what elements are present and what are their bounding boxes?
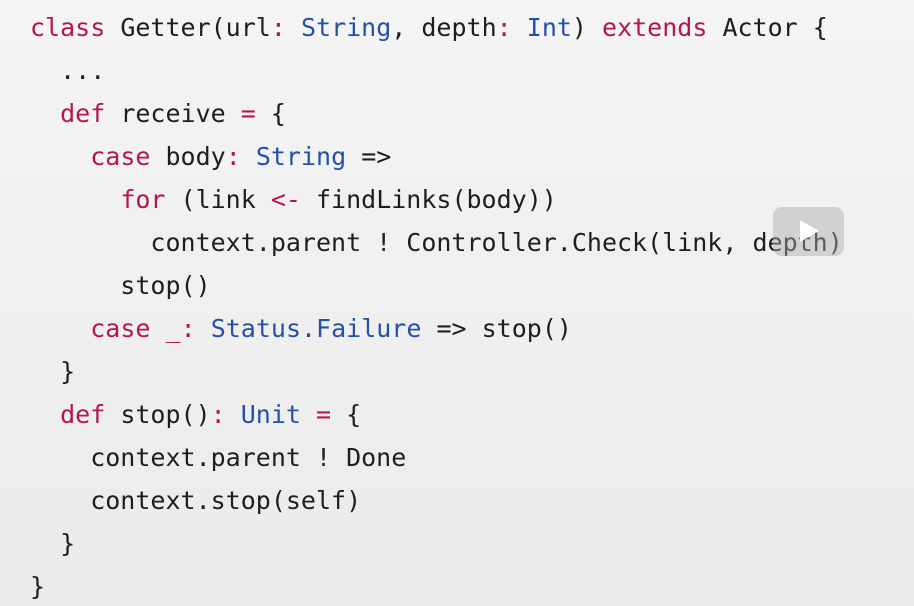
play-icon: [800, 220, 819, 242]
code-text: body: [150, 142, 226, 171]
code-line: ...: [30, 49, 843, 92]
code-line: def receive = {: [30, 92, 843, 135]
code-text: receive: [105, 99, 241, 128]
code-text: => stop(): [421, 314, 572, 343]
code-keyword: class: [30, 13, 106, 42]
code-keyword: case: [90, 314, 151, 343]
code-text: Getter(url: [105, 13, 271, 42]
code-keyword: :: [496, 13, 512, 42]
code-keyword: :: [180, 314, 196, 343]
code-text: }: [30, 357, 76, 386]
code-keyword: =: [240, 99, 256, 128]
code-keyword: case: [90, 142, 151, 171]
code-text: {: [255, 99, 286, 128]
code-text: context.stop(self): [30, 486, 362, 515]
code-line: case body: String =>: [30, 135, 843, 178]
code-line: context.stop(self): [30, 479, 843, 522]
code-line: stop(): [30, 264, 843, 307]
code-block: class Getter(url: String, depth: Int) ex…: [30, 6, 843, 606]
code-keyword: :: [225, 142, 241, 171]
code-keyword: =: [316, 400, 332, 429]
code-line: }: [30, 350, 843, 393]
code-text: , depth: [391, 13, 497, 42]
code-line: for (link <- findLinks(body)): [30, 178, 843, 221]
code-line: case _: Status.Failure => stop(): [30, 307, 843, 350]
code-text: context.parent ! Done: [30, 443, 407, 472]
code-text: ): [571, 13, 603, 42]
code-text: stop(): [105, 400, 211, 429]
code-keyword: _: [165, 314, 181, 343]
code-text: =>: [346, 142, 392, 171]
code-slide: class Getter(url: String, depth: Int) ex…: [0, 0, 914, 606]
code-line: context.parent ! Controller.Check(link, …: [30, 221, 843, 264]
code-type: String: [300, 13, 392, 42]
code-text: ...: [30, 56, 106, 85]
code-type: Status.Failure: [210, 314, 422, 343]
play-button[interactable]: [773, 207, 844, 256]
code-text: context.parent ! Controller.Check(link, …: [30, 228, 843, 257]
code-text: findLinks(body)): [300, 185, 557, 214]
code-text: Actor {: [707, 13, 828, 42]
code-keyword: for: [120, 185, 166, 214]
code-text: (link: [165, 185, 271, 214]
code-line: }: [30, 565, 843, 606]
code-text: }: [30, 572, 46, 601]
code-line: def stop(): Unit = {: [30, 393, 843, 436]
code-line: context.parent ! Done: [30, 436, 843, 479]
code-keyword: <-: [270, 185, 301, 214]
code-type: String: [255, 142, 347, 171]
code-keyword: :: [270, 13, 286, 42]
code-keyword: def: [60, 400, 106, 429]
code-type: Int: [526, 13, 572, 42]
code-line: class Getter(url: String, depth: Int) ex…: [30, 6, 843, 49]
code-line: }: [30, 522, 843, 565]
code-keyword: def: [60, 99, 106, 128]
code-text: }: [30, 529, 76, 558]
code-type: Unit: [240, 400, 301, 429]
code-keyword: extends: [602, 13, 708, 42]
code-text: stop(): [30, 271, 211, 300]
code-text: {: [331, 400, 362, 429]
code-keyword: :: [210, 400, 226, 429]
